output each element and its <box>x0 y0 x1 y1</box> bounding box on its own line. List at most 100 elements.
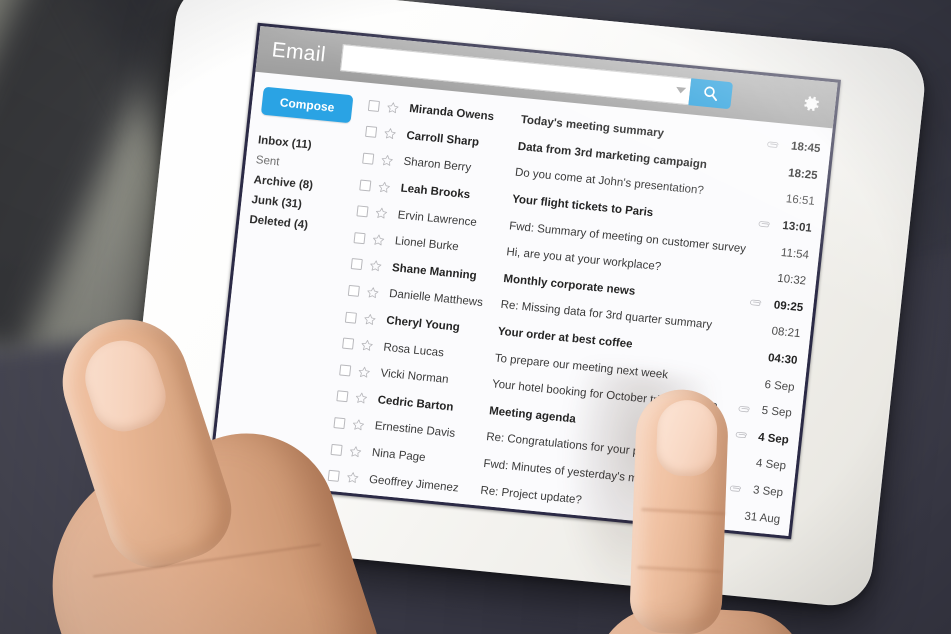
checkbox-icon[interactable] <box>367 99 381 112</box>
star-icon-button[interactable] <box>371 233 385 247</box>
mail-sender: Cedric Barton <box>377 394 455 414</box>
star-icon-button[interactable] <box>351 418 365 432</box>
star-icon <box>375 207 388 219</box>
mail-timestamp: 13:01 <box>781 220 813 235</box>
star-icon <box>353 419 365 431</box>
star-icon-button[interactable] <box>366 286 380 300</box>
attachment-placeholder <box>750 276 766 278</box>
checkbox-icon[interactable] <box>350 258 363 271</box>
checkbox-icon[interactable] <box>330 443 343 456</box>
checkbox-icon[interactable] <box>347 284 360 297</box>
mail-timestamp: 08:21 <box>770 325 801 341</box>
photo-scene: Email Compose Inbox (11) Sent Archive (8… <box>0 0 951 634</box>
star-icon-button[interactable] <box>368 259 382 273</box>
star-icon <box>361 340 373 351</box>
mail-sender: Shane Manning <box>391 261 478 283</box>
mail-sender: Danielle Matthews <box>388 288 484 310</box>
paperclip-icon <box>735 432 747 439</box>
mail-timestamp: 3 Sep <box>752 484 784 500</box>
mail-sender: Cheryl Young <box>385 314 461 334</box>
star-icon-button[interactable] <box>360 338 374 352</box>
attachment-placeholder <box>739 382 755 384</box>
mail-sender: Carroll Sharp <box>405 129 480 149</box>
mail-timestamp: 04:30 <box>767 352 799 368</box>
star-icon-button[interactable] <box>374 206 388 220</box>
paperclip-icon <box>766 141 778 148</box>
paperclip-icon <box>729 485 741 492</box>
star-icon-button[interactable] <box>380 153 394 167</box>
star-icon <box>358 366 370 378</box>
attachment-placeholder <box>762 171 778 173</box>
star-icon-button[interactable] <box>377 180 391 194</box>
mail-timestamp: 18:45 <box>790 140 821 156</box>
mail-timestamp: 11:54 <box>780 246 810 262</box>
mail-timestamp: 18:25 <box>787 167 819 182</box>
folder-list: Inbox (11) Sent Archive (8) Junk (31) Delete… <box>248 130 360 239</box>
star-icon-button[interactable] <box>345 471 359 485</box>
checkbox-icon[interactable] <box>333 417 346 430</box>
attachment-placeholder <box>730 461 746 463</box>
checkbox-icon[interactable] <box>365 126 378 139</box>
paperclip-icon <box>738 405 750 412</box>
app-title: Email <box>270 38 327 67</box>
mail-timestamp: 16:51 <box>785 193 816 209</box>
checkbox-icon[interactable] <box>362 152 375 165</box>
mail-timestamp: 10:32 <box>776 272 807 288</box>
star-icon-button[interactable] <box>383 127 397 141</box>
checkbox-icon[interactable] <box>342 337 355 350</box>
paperclip-icon-slot <box>735 403 752 415</box>
attachment-placeholder <box>744 329 760 331</box>
mail-sender: Vicki Norman <box>379 367 450 387</box>
mail-sender: Lionel Burke <box>394 235 460 254</box>
star-icon <box>378 181 390 193</box>
star-icon-button[interactable] <box>386 101 400 115</box>
mail-sender: Nina Page <box>371 446 427 465</box>
paperclip-icon-slot <box>732 429 749 441</box>
mail-sender: Rosa Lucas <box>382 341 445 360</box>
paperclip-icon-slot <box>747 297 764 309</box>
mail-timestamp: 5 Sep <box>761 405 793 420</box>
checkbox-icon[interactable] <box>344 311 358 324</box>
screen-bezel: Email Compose Inbox (11) Sent Archive (8… <box>207 22 841 540</box>
star-icon <box>387 102 399 113</box>
checkbox-icon[interactable] <box>356 205 369 218</box>
settings-button[interactable] <box>794 87 827 120</box>
checkbox-icon[interactable] <box>353 231 366 244</box>
star-icon-button[interactable] <box>348 444 362 458</box>
attachment-placeholder <box>724 514 740 516</box>
mail-sender: Ernestine Davis <box>374 420 456 441</box>
mail-timestamp: 31 Aug <box>743 510 781 526</box>
checkbox-icon[interactable] <box>339 364 352 377</box>
app-body: Compose Inbox (11) Sent Archive (8) Junk (3… <box>211 71 833 536</box>
star-icon <box>355 392 367 404</box>
mail-sender: Geoffrey Jimenez <box>368 473 460 495</box>
mail-timestamp: 09:25 <box>773 299 804 315</box>
star-icon <box>350 445 362 457</box>
mail-sender: Miranda Owens <box>408 103 495 124</box>
mail-timestamp: 4 Sep <box>755 457 787 473</box>
checkbox-icon[interactable] <box>336 390 349 403</box>
attachment-placeholder <box>759 197 775 199</box>
checkbox-icon[interactable] <box>359 179 372 192</box>
mail-sender: Ervin Lawrence <box>397 209 478 229</box>
tablet-screen: Email Compose Inbox (11) Sent Archive (8… <box>211 26 838 536</box>
paperclip-icon-slot <box>764 139 781 151</box>
star-icon-button[interactable] <box>363 312 377 326</box>
mail-sender: Leah Brooks <box>400 182 471 202</box>
tablet-device: Email Compose Inbox (11) Sent Archive (8… <box>119 0 929 610</box>
attachment-placeholder <box>753 250 769 252</box>
search-button[interactable] <box>688 77 734 109</box>
compose-button[interactable]: Compose <box>260 86 354 124</box>
star-icon-button[interactable] <box>354 391 368 405</box>
star-icon <box>384 128 396 140</box>
checkbox-icon[interactable] <box>327 469 340 482</box>
mail-timestamp: 6 Sep <box>763 378 796 394</box>
star-icon <box>364 313 376 325</box>
paperclip-icon <box>758 220 770 227</box>
star-icon <box>367 287 379 299</box>
search-icon <box>704 86 718 101</box>
star-icon-button[interactable] <box>357 365 371 379</box>
mail-sender: Sharon Berry <box>402 156 472 175</box>
mail-timestamp: 4 Sep <box>757 431 790 447</box>
gear-icon <box>803 95 819 111</box>
